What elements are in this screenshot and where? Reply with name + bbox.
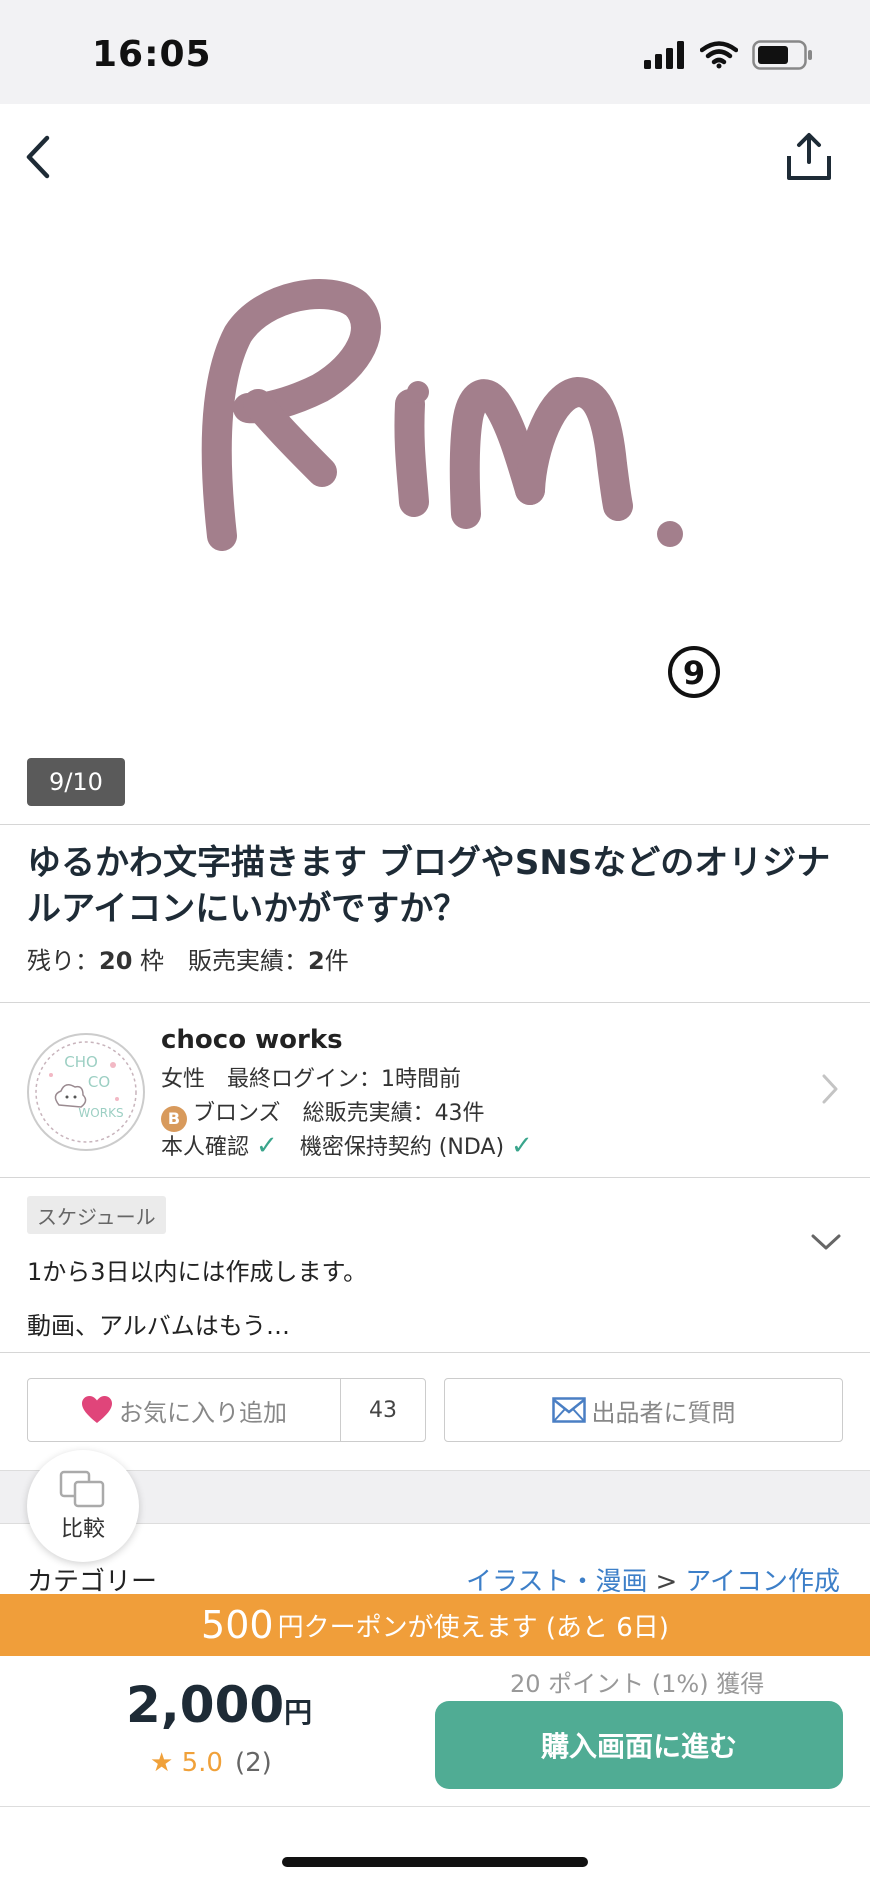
category-child-link[interactable]: アイコン作成: [685, 1567, 840, 1597]
back-button[interactable]: [14, 126, 62, 188]
ask-seller-button[interactable]: 出品者に質問: [444, 1378, 843, 1442]
schedule-text-line-1: 1から3日以内には作成します。: [27, 1258, 368, 1286]
compare-button[interactable]: 比較: [27, 1450, 139, 1562]
avatar-text-middle: CO: [88, 1073, 110, 1091]
seller-verifications: 本人確認 ✓ 機密保持契約 (NDA) ✓: [161, 1129, 533, 1161]
category-breadcrumb: イラスト・漫画 > アイコン作成: [466, 1561, 840, 1598]
schedule-text-line-2: 動画、アルバムはもう…: [27, 1312, 291, 1340]
schedule-tag: スケジュール: [27, 1196, 166, 1234]
seller-rank-line: B ブロンズ 総販売実績：43件: [161, 1095, 485, 1132]
status-time: 16:05: [92, 34, 212, 75]
sales-label: 販売実績：: [188, 947, 309, 975]
home-indicator-area: [0, 1806, 870, 1883]
purchase-bar: 2,000円 ★ 5.0 (2) 20 ポイント (1%) 獲得 購入画面に進む: [0, 1656, 870, 1806]
seller-rank: ブロンズ: [193, 1101, 281, 1126]
hero-image[interactable]: 9 9/10: [0, 104, 870, 824]
price-value: 2,000: [126, 1676, 285, 1734]
check-icon: ✓: [511, 1131, 533, 1161]
coupon-text: 円クーポンが使えます (あと 6日): [277, 1612, 669, 1643]
identity-verified-label: 本人確認: [161, 1135, 250, 1160]
mail-icon: [551, 1397, 586, 1423]
avatar-text-bottom: WORKS: [78, 1106, 123, 1120]
cellular-signal-icon: [644, 41, 684, 69]
coupon-amount: 500: [201, 1603, 274, 1647]
nda-label: 機密保持契約 (NDA): [299, 1135, 505, 1160]
points-earned: 20 ポイント (1%) 獲得: [510, 1670, 765, 1698]
price-unit: 円: [284, 1696, 313, 1729]
favorite-count: 43: [369, 1397, 397, 1423]
sales-unit: 件: [324, 947, 349, 975]
remaining-unit: 枠: [140, 947, 165, 975]
seller-name[interactable]: choco works: [161, 1025, 343, 1055]
coupon-banner[interactable]: 500 円クーポンが使えます (あと 6日): [0, 1594, 870, 1656]
seller-card[interactable]: CHO CO WORKS choco works 女性 最終ログイン：1時間前 B…: [0, 1003, 870, 1177]
divider: [0, 1177, 870, 1178]
seller-avatar: CHO CO WORKS: [27, 1033, 145, 1151]
star-icon: ★: [150, 1748, 174, 1778]
avatar-text-top: CHO: [64, 1053, 98, 1071]
image-counter: 9/10: [27, 758, 125, 806]
category-label: カテゴリー: [27, 1567, 158, 1597]
category-parent-link[interactable]: イラスト・漫画: [466, 1567, 647, 1597]
seller-meta: 女性 最終ログイン：1時間前: [161, 1061, 461, 1093]
proceed-to-purchase-button[interactable]: 購入画面に進む: [435, 1701, 843, 1789]
seller-logo: CHO CO WORKS: [35, 1041, 137, 1143]
add-favorite-button[interactable]: お気に入り追加: [28, 1379, 341, 1441]
divider: [0, 824, 870, 825]
review-count[interactable]: (2): [235, 1748, 272, 1778]
listing-title: ゆるかわ文字描きます ブログやSNSなどのオリジナルアイコンにいかがですか？: [27, 843, 831, 929]
share-button[interactable]: [778, 126, 840, 188]
status-bar: 16:05: [0, 0, 870, 104]
price: 2,000円: [126, 1676, 312, 1734]
favorite-label: お気に入り追加: [119, 1398, 287, 1427]
status-icons: [644, 40, 814, 70]
chevron-down-icon[interactable]: [810, 1232, 842, 1252]
seller-gender: 女性: [161, 1067, 206, 1092]
check-icon: ✓: [256, 1131, 278, 1161]
remaining-label: 残り：: [27, 947, 99, 975]
ask-seller-label: 出品者に質問: [591, 1398, 736, 1427]
breadcrumb-separator: >: [655, 1567, 678, 1597]
sales-value: 2: [308, 947, 325, 975]
chevron-right-icon: [822, 1074, 838, 1104]
battery-icon: [752, 40, 812, 70]
heart-icon: [82, 1396, 112, 1423]
seller-total-sales: 総販売実績：43件: [302, 1101, 485, 1126]
listing-stats: 残り：20 枠販売実績：2件: [27, 941, 349, 976]
rating: ★ 5.0 (2): [150, 1748, 272, 1778]
wifi-icon: [700, 41, 738, 69]
rating-value: 5.0: [181, 1748, 223, 1778]
chevron-left-icon: [26, 135, 50, 179]
schedule-section[interactable]: スケジュール 1から3日以内には作成します。 動画、アルバムはもう…: [0, 1180, 870, 1352]
compare-icon: [59, 1470, 105, 1508]
hero-artwork: 9: [201, 279, 720, 698]
share-icon: [787, 133, 831, 180]
remaining-value: 20: [99, 947, 133, 975]
photo-number-badge: 9: [683, 654, 705, 692]
home-indicator[interactable]: [282, 1857, 588, 1867]
compare-label: 比較: [60, 1517, 105, 1542]
seller-last-login: 最終ログイン：1時間前: [227, 1067, 462, 1092]
action-buttons: お気に入り追加 43 出品者に質問: [0, 1352, 870, 1470]
favorite-group: お気に入り追加 43: [27, 1378, 426, 1442]
bronze-badge-icon: B: [161, 1105, 187, 1132]
